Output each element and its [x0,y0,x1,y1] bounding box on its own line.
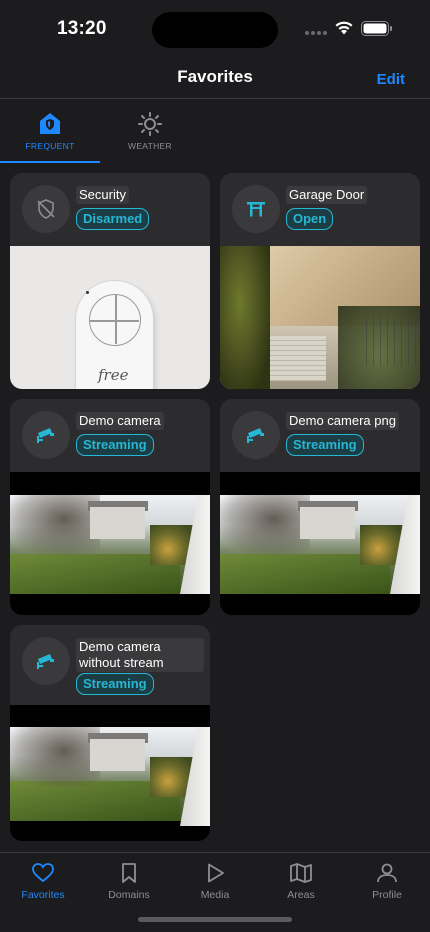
card-title: Demo camera png [286,412,399,430]
page-title: Favorites [177,67,253,86]
tab-weather-label: WEATHER [128,141,172,151]
bookmark-icon [122,863,136,883]
sun-icon [138,112,162,136]
tab-profile-label: Profile [372,889,402,901]
demo-camera-without-stream-card[interactable]: Demo camera without stream Streaming [10,625,210,841]
shield-off-icon [37,199,55,219]
tab-frequent-label: FREQUENT [25,141,75,151]
tab-domains[interactable]: Domains [86,859,172,909]
tab-favorites-label: Favorites [21,889,65,901]
dynamic-island [152,12,278,48]
tab-domains-label: Domains [108,889,150,901]
tab-media-label: Media [200,889,230,901]
tab-favorites[interactable]: Favorites [0,859,86,909]
camera-stream[interactable] [10,472,210,615]
garage-door-card[interactable]: Garage Door Open [220,173,420,389]
demo-camera-png-card[interactable]: Demo camera png Streaming [220,399,420,615]
cctv-icon [37,654,54,669]
home-indicator [138,917,292,922]
status-time: 13:20 [57,18,107,39]
tab-areas[interactable]: Areas [258,859,344,909]
remote-brand: free [98,366,129,384]
wifi-icon [335,21,353,35]
edit-button[interactable]: Edit [377,71,405,88]
garage-image [220,246,420,389]
camera-stream[interactable] [10,705,210,841]
state-badge: Open [286,208,334,230]
security-card-icon[interactable] [22,185,70,233]
favorites-tabs: FREQUENT WEATHER [0,100,430,163]
map-icon [290,863,312,883]
camera-card-icon[interactable] [22,411,70,459]
tab-weather[interactable]: WEATHER [100,100,200,163]
card-title: Demo camera [76,412,164,430]
state-badge: Disarmed [76,208,150,230]
camera-stream[interactable] [220,472,420,615]
camera-card-icon[interactable] [232,411,280,459]
tab-areas-label: Areas [287,889,315,901]
state-badge: Streaming [286,434,364,456]
security-card[interactable]: Security Disarmed free [10,173,210,389]
tab-active-indicator [0,161,100,163]
state-badge: Streaming [76,434,154,456]
remote-control-image: free [76,281,153,389]
card-title: Garage Door [286,186,368,204]
home-shield-icon [40,113,60,134]
camera-card-icon[interactable] [22,637,70,685]
state-badge: Streaming [76,673,154,695]
cellular-signal-icon [305,31,327,35]
card-title: Security [76,186,129,204]
garage-card-icon[interactable] [232,185,280,233]
status-bar: 13:20 [0,0,430,58]
demo-camera-card[interactable]: Demo camera Streaming [10,399,210,615]
card-title: Demo camera without stream [76,638,204,672]
nav-bar: Favorites Edit [0,58,430,99]
battery-icon [361,21,392,36]
cctv-icon [37,428,54,443]
tab-frequent[interactable]: FREQUENT [0,100,100,163]
person-icon [377,863,397,883]
cctv-icon [247,428,264,443]
play-icon [208,863,224,883]
tab-profile[interactable]: Profile [344,859,430,909]
security-image: free [10,246,210,389]
tab-media[interactable]: Media [172,859,258,909]
garage-gate-icon [247,202,265,217]
heart-icon [32,863,54,883]
